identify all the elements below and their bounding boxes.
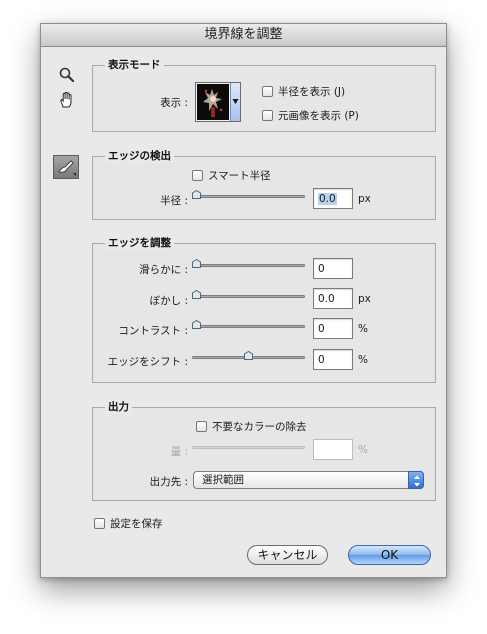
ok-button[interactable]: OK xyxy=(348,545,431,565)
contrast-slider-thumb[interactable] xyxy=(192,320,201,329)
view-label: 表示 : xyxy=(160,97,188,109)
radius-field[interactable]: 0.0 xyxy=(313,188,353,209)
amount-label: 量 : xyxy=(170,446,188,458)
adjust-edge-legend: エッジを調整 xyxy=(105,235,174,250)
smart-radius-checkbox[interactable] xyxy=(192,170,203,181)
output-legend: 出力 xyxy=(105,399,132,414)
smart-radius-label: スマート半径 xyxy=(208,170,271,182)
amount-slider xyxy=(192,446,305,449)
dialog-title: 境界線を調整 xyxy=(41,24,446,47)
contrast-field[interactable]: 0 xyxy=(313,318,353,339)
view-thumbnail-icon xyxy=(197,84,229,120)
shift-edge-field[interactable]: 0 xyxy=(313,349,353,370)
decontaminate-checkbox[interactable] xyxy=(196,421,207,432)
radius-slider-thumb[interactable] xyxy=(192,190,201,199)
feather-slider[interactable] xyxy=(192,295,305,298)
refine-radius-tool-icon[interactable] xyxy=(53,155,79,179)
remember-settings-checkbox[interactable] xyxy=(94,518,105,529)
edge-detection-legend: エッジの検出 xyxy=(105,148,174,163)
output-to-label: 出力先 : xyxy=(149,476,188,488)
zoom-tool-icon[interactable] xyxy=(58,66,76,84)
show-radius-checkbox[interactable] xyxy=(262,86,273,97)
show-radius-label: 半径を表示 (J) xyxy=(278,86,346,98)
view-picker-dropdown[interactable] xyxy=(230,83,240,121)
radius-unit: px xyxy=(358,193,371,205)
hand-icon xyxy=(60,91,72,108)
smooth-slider-thumb[interactable] xyxy=(192,259,201,268)
radius-slider[interactable] xyxy=(192,195,305,198)
shift-edge-value: 0 xyxy=(318,354,325,366)
feather-unit: px xyxy=(358,293,371,305)
amount-field xyxy=(313,439,353,460)
output-to-select[interactable]: 選択範囲 xyxy=(193,471,424,489)
output-to-arrows xyxy=(408,471,424,489)
amount-unit: % xyxy=(358,444,368,456)
output-to-value: 選択範囲 xyxy=(202,474,244,486)
shift-edge-label: エッジをシフト : xyxy=(107,356,188,368)
view-mode-picker[interactable] xyxy=(195,82,241,122)
show-original-checkbox[interactable] xyxy=(262,110,273,121)
chevron-down-icon xyxy=(232,99,239,104)
magnifier-icon xyxy=(59,67,75,83)
feather-field[interactable]: 0.0 xyxy=(313,288,353,309)
feather-slider-thumb[interactable] xyxy=(192,290,201,299)
edge-detection-group xyxy=(92,156,436,220)
contrast-slider[interactable] xyxy=(192,325,305,328)
shift-edge-slider-thumb[interactable] xyxy=(244,351,253,360)
smooth-field[interactable]: 0 xyxy=(313,258,353,279)
remember-settings-label: 設定を保存 xyxy=(110,518,163,530)
contrast-label: コントラスト : xyxy=(118,325,188,337)
brush-icon xyxy=(58,160,76,176)
feather-label: ぼかし : xyxy=(149,295,188,307)
radius-value: 0.0 xyxy=(318,193,337,205)
smooth-label: 滑らかに : xyxy=(139,264,188,276)
show-original-label: 元画像を表示 (P) xyxy=(278,110,359,122)
feather-value: 0.0 xyxy=(318,293,335,305)
smooth-value: 0 xyxy=(318,263,325,275)
smooth-slider[interactable] xyxy=(192,264,305,267)
shift-edge-unit: % xyxy=(358,354,368,366)
contrast-unit: % xyxy=(358,323,368,335)
updown-arrows-icon xyxy=(414,475,420,487)
cancel-button[interactable]: キャンセル xyxy=(247,545,328,565)
contrast-value: 0 xyxy=(318,323,325,335)
radius-label: 半径 : xyxy=(160,195,188,207)
hand-tool-icon[interactable] xyxy=(57,90,77,110)
decontaminate-label: 不要なカラーの除去 xyxy=(212,421,307,433)
view-mode-legend: 表示モード xyxy=(105,57,164,72)
